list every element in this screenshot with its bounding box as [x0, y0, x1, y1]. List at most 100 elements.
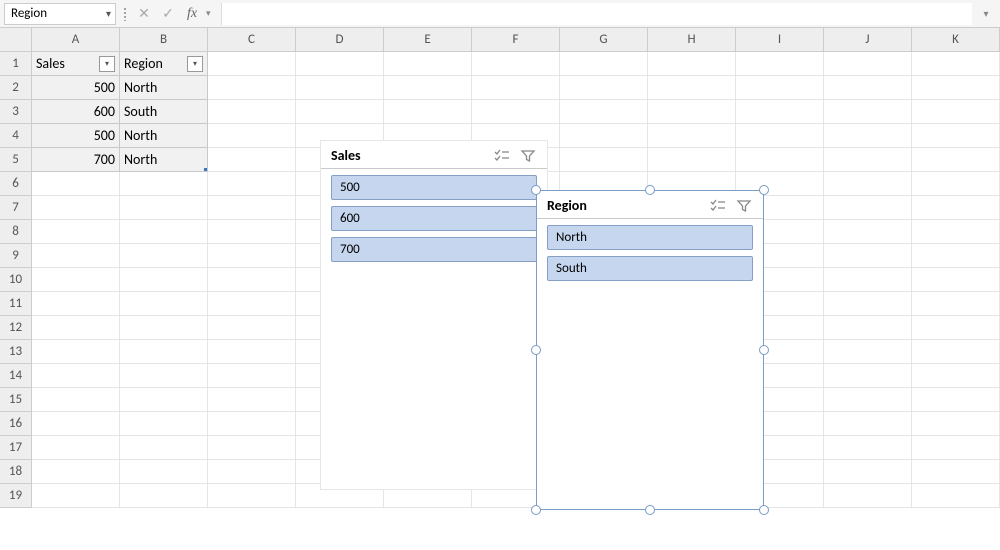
cell[interactable]: 700 [32, 148, 120, 172]
row-header[interactable]: 6 [0, 172, 32, 196]
cell[interactable] [824, 172, 912, 196]
slicer-region[interactable]: Region North South [536, 190, 764, 510]
cell[interactable] [824, 148, 912, 172]
select-all-corner[interactable] [0, 28, 32, 52]
cell[interactable] [32, 172, 120, 196]
resize-handle[interactable] [759, 345, 769, 355]
cell[interactable] [912, 484, 1000, 508]
cell[interactable] [32, 220, 120, 244]
cell[interactable] [472, 52, 560, 76]
cell[interactable] [648, 76, 736, 100]
cell[interactable] [208, 172, 296, 196]
cell[interactable] [560, 76, 648, 100]
cell[interactable] [912, 196, 1000, 220]
cell[interactable] [208, 148, 296, 172]
cell[interactable] [120, 436, 208, 460]
column-header[interactable]: F [472, 28, 560, 52]
cell[interactable] [648, 52, 736, 76]
cell[interactable]: Sales [32, 52, 120, 76]
row-header[interactable]: 10 [0, 268, 32, 292]
name-box[interactable]: Region ▾ [4, 3, 116, 25]
cell[interactable]: 500 [32, 124, 120, 148]
cell[interactable] [208, 316, 296, 340]
row-header[interactable]: 16 [0, 412, 32, 436]
cell[interactable] [824, 412, 912, 436]
cell[interactable] [32, 364, 120, 388]
cell[interactable]: Region [120, 52, 208, 76]
row-header[interactable]: 12 [0, 316, 32, 340]
cell[interactable] [208, 100, 296, 124]
cell[interactable]: North [120, 148, 208, 172]
cell[interactable] [648, 148, 736, 172]
cell[interactable] [912, 220, 1000, 244]
cell[interactable] [32, 316, 120, 340]
cell[interactable] [912, 412, 1000, 436]
row-header[interactable]: 5 [0, 148, 32, 172]
cell[interactable] [824, 52, 912, 76]
cell[interactable] [912, 316, 1000, 340]
slicer-item[interactable]: 500 [331, 175, 537, 200]
cell[interactable] [384, 100, 472, 124]
cell[interactable] [32, 292, 120, 316]
cell[interactable] [296, 100, 384, 124]
cell[interactable] [560, 124, 648, 148]
cell[interactable] [120, 364, 208, 388]
resize-handle[interactable] [531, 345, 541, 355]
cell[interactable]: South [120, 100, 208, 124]
cell[interactable] [912, 100, 1000, 124]
cell[interactable] [208, 388, 296, 412]
column-header[interactable]: G [560, 28, 648, 52]
cell[interactable] [824, 436, 912, 460]
cell[interactable] [912, 76, 1000, 100]
row-header[interactable]: 15 [0, 388, 32, 412]
cell[interactable] [208, 436, 296, 460]
cell[interactable] [824, 100, 912, 124]
cell[interactable] [32, 244, 120, 268]
cell[interactable] [120, 340, 208, 364]
cell[interactable] [912, 340, 1000, 364]
cell[interactable] [208, 412, 296, 436]
cell[interactable] [120, 220, 208, 244]
row-header[interactable]: 7 [0, 196, 32, 220]
cell[interactable] [120, 244, 208, 268]
cell[interactable] [824, 124, 912, 148]
resize-handle[interactable] [645, 505, 655, 515]
cell[interactable]: 500 [32, 76, 120, 100]
cell[interactable] [296, 52, 384, 76]
row-header[interactable]: 17 [0, 436, 32, 460]
row-header[interactable]: 9 [0, 244, 32, 268]
row-header[interactable]: 1 [0, 52, 32, 76]
slicer-item[interactable]: North [547, 225, 753, 250]
cell[interactable] [120, 388, 208, 412]
row-header[interactable]: 13 [0, 340, 32, 364]
cell[interactable] [912, 124, 1000, 148]
cell[interactable]: North [120, 76, 208, 100]
cell[interactable] [208, 484, 296, 508]
cell[interactable] [208, 124, 296, 148]
cell[interactable]: 600 [32, 100, 120, 124]
cell[interactable] [824, 244, 912, 268]
cell[interactable] [824, 388, 912, 412]
row-header[interactable]: 3 [0, 100, 32, 124]
cell[interactable] [560, 52, 648, 76]
column-header[interactable]: I [736, 28, 824, 52]
cell[interactable] [120, 292, 208, 316]
column-header[interactable]: E [384, 28, 472, 52]
cell[interactable] [208, 76, 296, 100]
column-header[interactable]: B [120, 28, 208, 52]
row-header[interactable]: 18 [0, 460, 32, 484]
filter-dropdown-button[interactable] [187, 56, 203, 72]
cell[interactable] [32, 196, 120, 220]
row-header[interactable]: 4 [0, 124, 32, 148]
row-header[interactable]: 2 [0, 76, 32, 100]
cell[interactable] [208, 196, 296, 220]
cell[interactable] [296, 76, 384, 100]
cell[interactable] [120, 412, 208, 436]
cell[interactable] [208, 292, 296, 316]
cell[interactable] [208, 340, 296, 364]
resize-handle[interactable] [759, 505, 769, 515]
resize-handle[interactable] [531, 505, 541, 515]
cell[interactable] [208, 268, 296, 292]
cell[interactable] [32, 460, 120, 484]
cell[interactable] [736, 76, 824, 100]
